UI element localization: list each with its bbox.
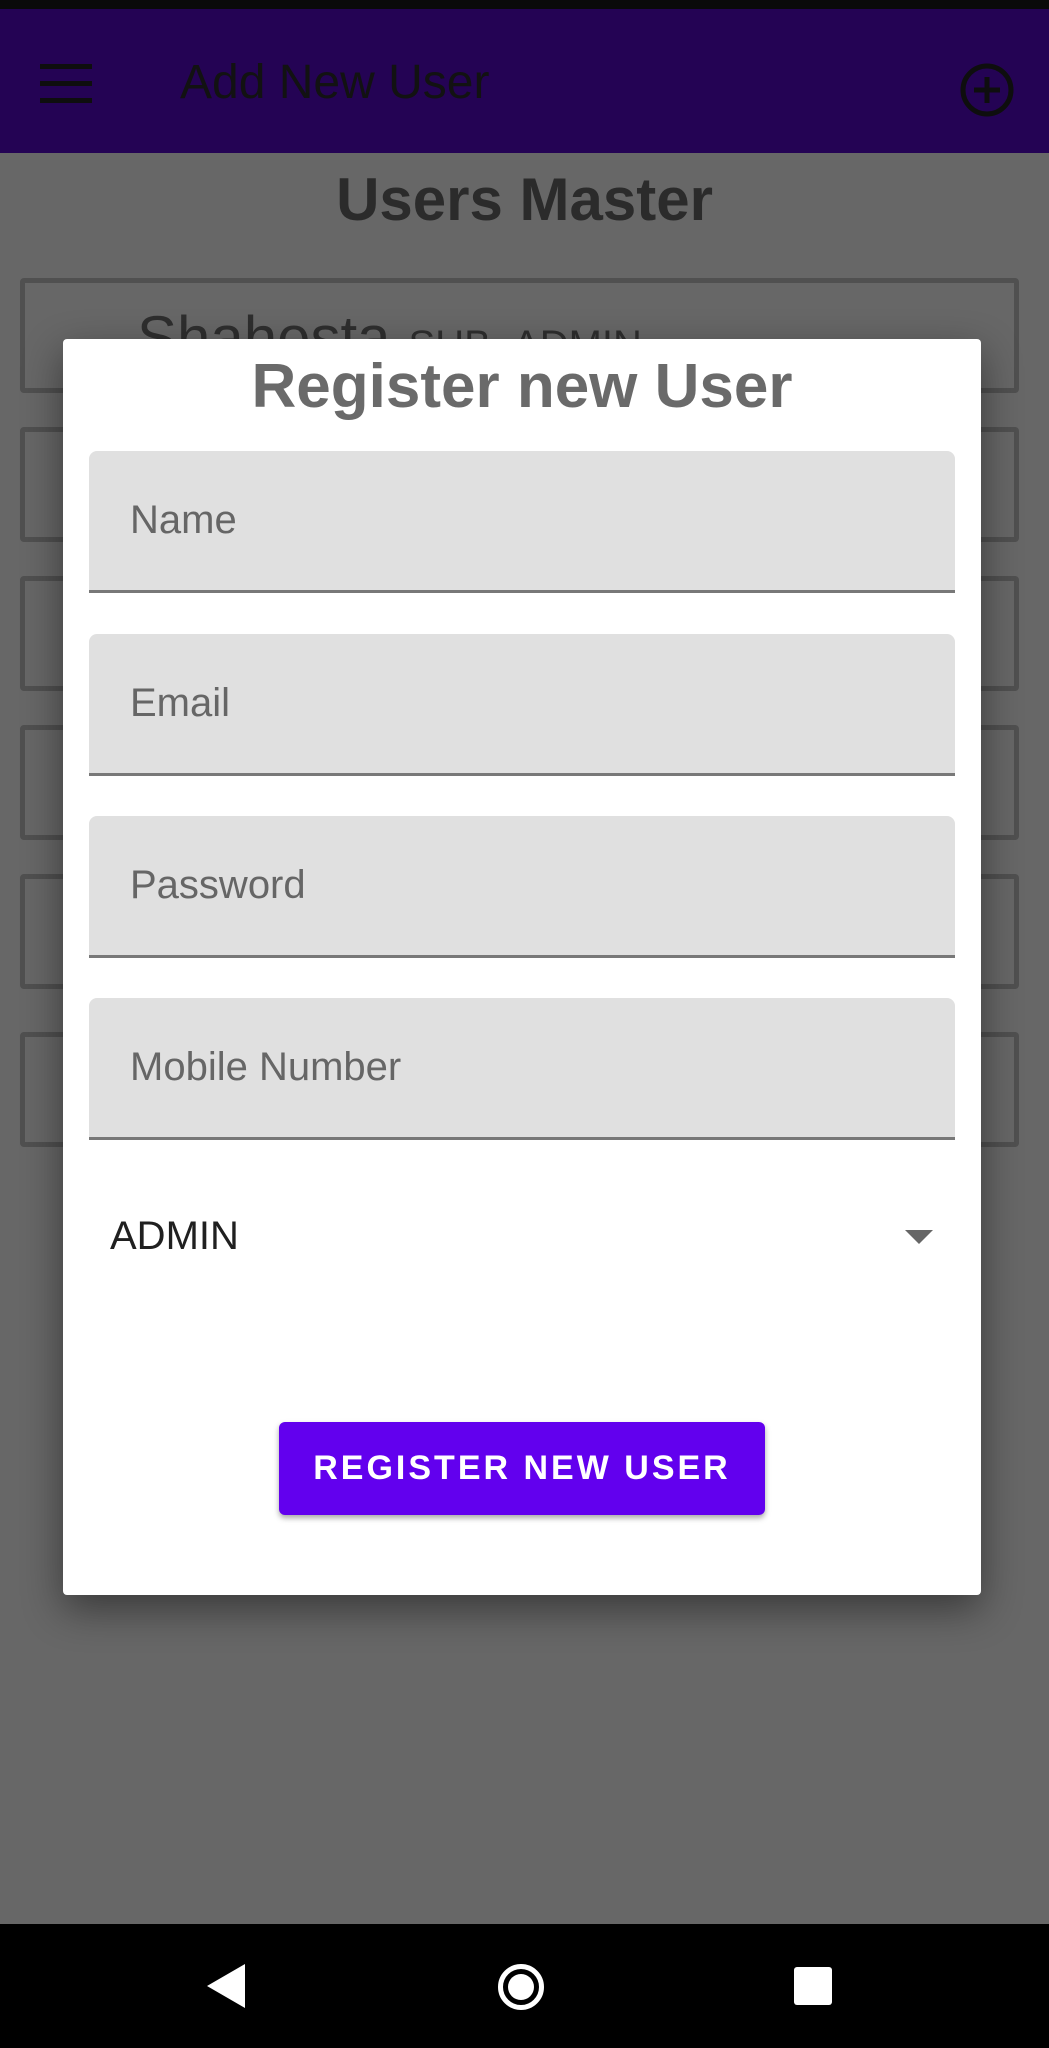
register-new-user-button[interactable]: REGISTER NEW USER — [279, 1422, 765, 1515]
app-bar-title: Add New User — [180, 56, 490, 109]
status-bar — [0, 0, 1049, 9]
hamburger-menu-icon[interactable] — [40, 64, 92, 104]
dialog-title: Register new User — [251, 352, 793, 421]
dropdown-arrow-icon[interactable] — [905, 1230, 933, 1244]
password-field[interactable] — [89, 816, 955, 958]
mobile-number-field[interactable] — [89, 998, 955, 1140]
recents-square-icon[interactable] — [794, 1967, 832, 2005]
app-bar: Add New User — [0, 9, 1049, 153]
home-circle-icon[interactable] — [498, 1964, 544, 2010]
name-field[interactable] — [89, 451, 955, 593]
password-input[interactable] — [89, 816, 955, 955]
name-input[interactable] — [89, 451, 955, 590]
role-select[interactable]: ADMIN — [89, 1182, 955, 1290]
role-select-value: ADMIN — [110, 1214, 239, 1258]
email-field[interactable] — [89, 634, 955, 776]
register-user-dialog: Register new User ADMIN REGISTER NEW USE… — [63, 339, 981, 1595]
mobile-number-input[interactable] — [89, 998, 955, 1137]
circle-plus-icon[interactable] — [958, 61, 1016, 119]
email-input[interactable] — [89, 634, 955, 773]
back-triangle-icon[interactable] — [207, 1964, 245, 2008]
page-title: Users Master — [336, 166, 713, 233]
system-nav-bar — [0, 1924, 1049, 2048]
